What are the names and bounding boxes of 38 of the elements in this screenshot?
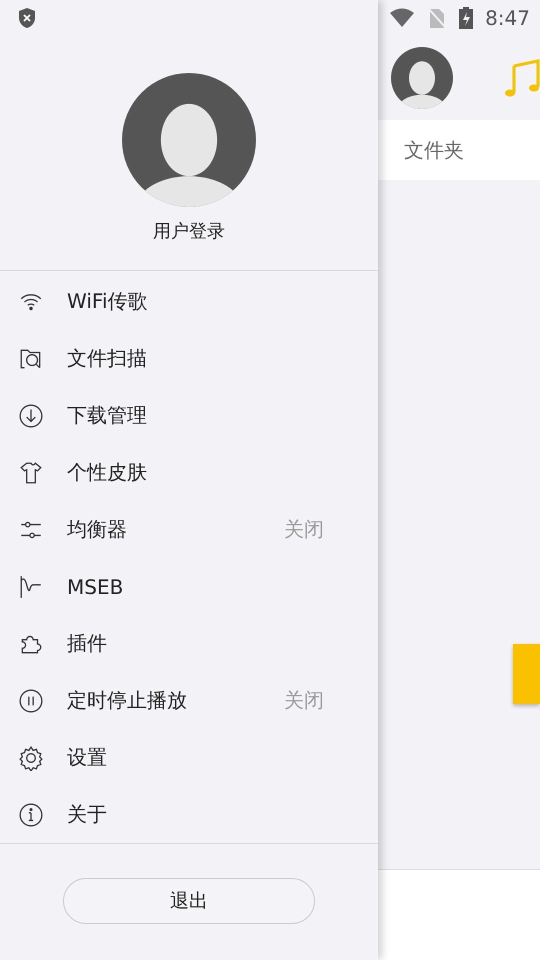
menu-label: 个性皮肤	[67, 459, 148, 486]
menu-label: 下载管理	[67, 402, 148, 429]
menu-item[interactable]: WiFi传歌	[0, 273, 378, 330]
menu-item[interactable]: MSEB	[0, 558, 378, 615]
info-icon	[18, 802, 44, 828]
menu-label: WiFi传歌	[67, 288, 148, 315]
menu-value: 关闭	[284, 687, 324, 714]
shield-icon	[17, 7, 37, 29]
menu-label: 插件	[67, 630, 108, 657]
shirt-icon	[18, 460, 44, 486]
menu-item[interactable]: 下载管理	[0, 387, 378, 444]
menu-label: 定时停止播放	[67, 687, 188, 714]
menu-item[interactable]: 插件	[0, 615, 378, 672]
battery-charging-icon	[459, 7, 474, 29]
folder-tab[interactable]: 文件夹	[404, 136, 464, 164]
menu-item[interactable]: 设置	[0, 729, 378, 786]
menu-label: MSEB	[67, 574, 124, 598]
menu-item[interactable]: 均衡器 关闭	[0, 501, 378, 558]
waveform-icon	[18, 574, 44, 600]
music-note-icon[interactable]	[504, 58, 540, 98]
menu-label: 关于	[67, 801, 108, 828]
status-time: 8:47	[485, 6, 530, 30]
menu-label: 均衡器	[67, 516, 128, 543]
login-label[interactable]: 用户登录	[153, 219, 225, 243]
settings-icon	[18, 744, 44, 770]
menu-item[interactable]: 文件扫描	[0, 330, 378, 387]
menu-item[interactable]: 个性皮肤	[0, 444, 378, 501]
menu-item[interactable]: 关于	[0, 786, 378, 843]
floating-tab[interactable]	[513, 644, 540, 704]
wifi-signal-icon	[389, 8, 416, 28]
player-bar[interactable]	[378, 869, 540, 960]
download-icon	[18, 402, 44, 428]
menu-label: 设置	[67, 744, 108, 771]
menu-value: 关闭	[284, 516, 324, 543]
timer-icon	[18, 688, 44, 714]
menu-label: 文件扫描	[67, 345, 148, 372]
exit-button[interactable]: 退出	[63, 878, 315, 924]
menu-item[interactable]: 定时停止播放 关闭	[0, 672, 378, 729]
